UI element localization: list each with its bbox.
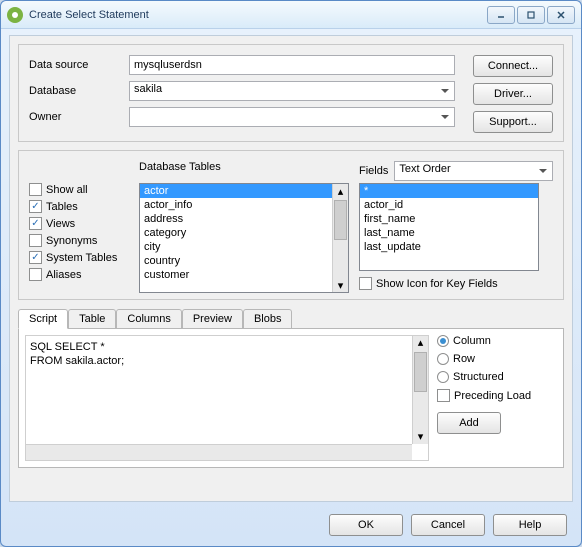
client-area: Data source Database sakila Owner Connec… [9,35,573,502]
owner-label: Owner [29,111,129,123]
list-item[interactable]: address [140,212,348,226]
database-combo[interactable]: sakila [129,81,455,101]
close-button[interactable] [547,6,575,24]
system-tables-checkbox[interactable]: ✓ [29,251,42,264]
fields-listbox[interactable]: * actor_id first_name last_name last_upd… [359,183,539,271]
list-item[interactable]: last_update [360,240,538,254]
aliases-label: Aliases [46,269,81,281]
dialog-window: Create Select Statement Data source Data… [0,0,582,547]
sql-text[interactable]: SQL SELECT * FROM sakila.actor; [26,336,412,444]
data-source-label: Data source [29,59,129,71]
scroll-thumb[interactable] [414,352,427,392]
tables-scrollbar[interactable]: ▴ ▾ [332,184,348,292]
list-item[interactable]: actor_info [140,198,348,212]
list-item[interactable]: category [140,226,348,240]
preceding-load-label: Preceding Load [454,390,531,402]
tables-label: Tables [46,201,78,213]
window-title: Create Select Statement [29,9,149,21]
fields-header: Fields [359,165,388,177]
aliases-checkbox[interactable] [29,268,42,281]
preceding-load-checkbox[interactable] [437,389,450,402]
connection-group: Data source Database sakila Owner Connec… [18,44,564,142]
views-checkbox[interactable]: ✓ [29,217,42,230]
tables-listbox[interactable]: actor actor_info address category city c… [139,183,349,293]
synonyms-label: Synonyms [46,235,97,247]
tab-table[interactable]: Table [68,309,116,328]
owner-combo[interactable] [129,107,455,127]
column-radio[interactable] [437,335,449,347]
sql-editor[interactable]: SQL SELECT * FROM sakila.actor; ▴ ▾ [25,335,429,461]
maximize-button[interactable] [517,6,545,24]
scroll-up-icon[interactable]: ▴ [413,336,428,350]
scroll-thumb[interactable] [334,200,347,240]
connect-button[interactable]: Connect... [473,55,553,77]
sql-scrollbar-h[interactable] [26,444,412,460]
structured-label: Structured [453,371,504,383]
row-radio[interactable] [437,353,449,365]
system-tables-label: System Tables [46,252,117,264]
titlebar[interactable]: Create Select Statement [1,1,581,29]
app-icon [7,7,23,23]
column-label: Column [453,335,491,347]
help-button[interactable]: Help [493,514,567,536]
script-area: Script Table Columns Preview Blobs SQL S… [18,308,564,468]
result-options: Column Row Structured Preceding Load Add [437,335,557,461]
scroll-down-icon[interactable]: ▾ [413,430,428,444]
add-button[interactable]: Add [437,412,501,434]
dialog-footer: OK Cancel Help [329,514,567,536]
list-item[interactable]: actor_id [360,198,538,212]
list-item[interactable]: actor [140,184,348,198]
tab-columns[interactable]: Columns [116,309,181,328]
fields-column: Fields Text Order * actor_id first_name … [359,161,553,291]
list-item[interactable]: city [140,240,348,254]
scroll-up-icon[interactable]: ▴ [334,184,347,198]
data-source-input[interactable] [129,55,455,75]
sql-scrollbar-v[interactable]: ▴ ▾ [412,336,428,444]
tab-preview[interactable]: Preview [182,309,243,328]
tabstrip: Script Table Columns Preview Blobs [18,309,564,329]
list-item[interactable]: last_name [360,226,538,240]
row-label: Row [453,353,475,365]
ok-button[interactable]: OK [329,514,403,536]
list-item[interactable]: first_name [360,212,538,226]
support-button[interactable]: Support... [473,111,553,133]
show-all-label: Show all [46,184,88,196]
cancel-button[interactable]: Cancel [411,514,485,536]
show-icon-checkbox[interactable] [359,277,372,290]
filter-checkboxes: Show all ✓ Tables ✓ Views Synonyms ✓ System… [29,161,129,291]
tab-body: SQL SELECT * FROM sakila.actor; ▴ ▾ Colu… [18,328,564,468]
tables-checkbox[interactable]: ✓ [29,200,42,213]
list-item[interactable]: * [360,184,538,198]
scroll-down-icon[interactable]: ▾ [334,278,347,292]
tab-blobs[interactable]: Blobs [243,309,293,328]
tab-script[interactable]: Script [18,309,68,329]
driver-button[interactable]: Driver... [473,83,553,105]
fields-order-combo[interactable]: Text Order [394,161,553,181]
tables-fields-group: Show all ✓ Tables ✓ Views Synonyms ✓ System… [18,150,564,300]
show-icon-label: Show Icon for Key Fields [376,278,498,290]
list-item[interactable]: country [140,254,348,268]
list-item[interactable]: customer [140,268,348,282]
tables-header: Database Tables [139,161,349,181]
database-label: Database [29,85,129,97]
structured-radio[interactable] [437,371,449,383]
show-all-checkbox[interactable] [29,183,42,196]
minimize-button[interactable] [487,6,515,24]
synonyms-checkbox[interactable] [29,234,42,247]
tables-column: Database Tables actor actor_info address… [139,161,349,291]
views-label: Views [46,218,75,230]
